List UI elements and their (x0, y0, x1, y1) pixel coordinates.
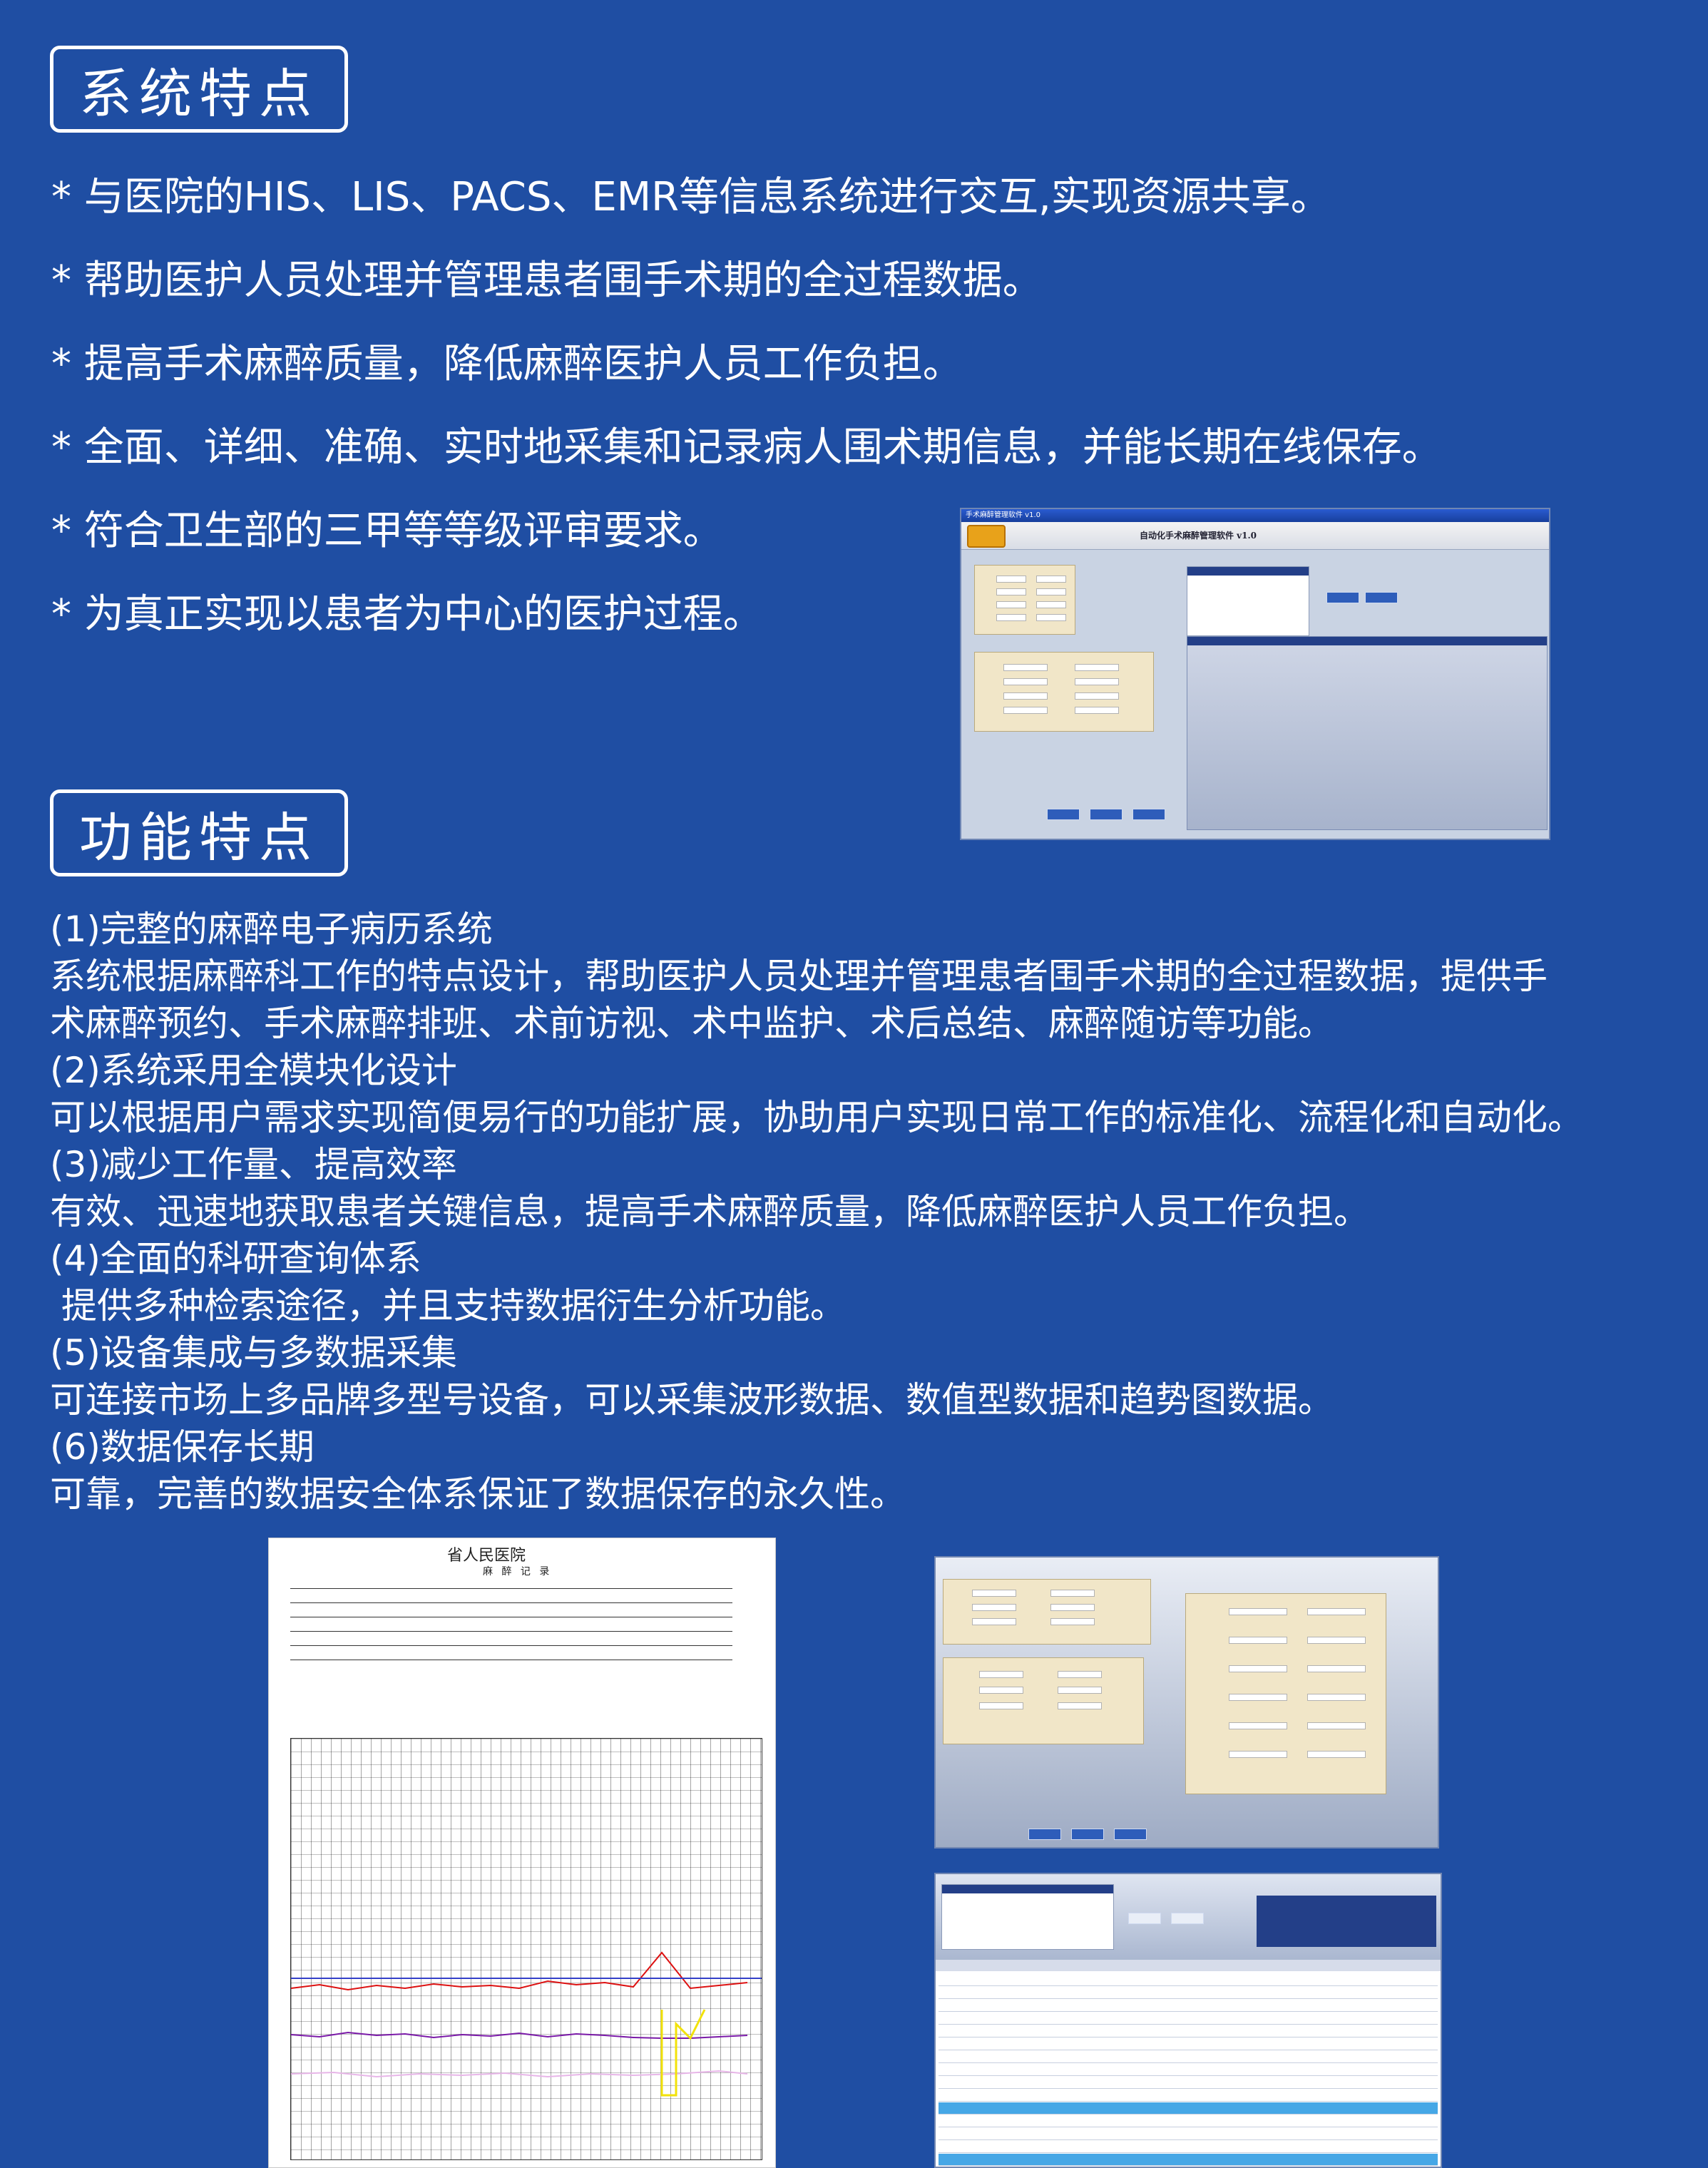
schedule-grid-header (936, 1960, 1441, 1971)
table-row[interactable] (939, 2000, 1438, 2012)
table-row[interactable] (939, 2064, 1438, 2076)
form-panel-ward (943, 1657, 1144, 1744)
function-title: (3)减少工作量、提高效率 (50, 1144, 457, 1185)
surgery-list-grid (1187, 636, 1548, 830)
function-title: (6)数据保存长期 (50, 1426, 315, 1468)
app-title: 自动化手术麻醉管理软件 v1.0 (1140, 531, 1257, 541)
vitals-trend-lines (291, 1951, 762, 2097)
function-title: (5)设备集成与多数据采集 (50, 1332, 457, 1374)
schedule-calendar[interactable] (941, 1884, 1114, 1950)
schedule-header-area (936, 1874, 1441, 1960)
table-row[interactable] (939, 2141, 1438, 2153)
record-form-title: 麻 醉 记 录 (483, 1566, 553, 1578)
action-button[interactable] (1090, 809, 1123, 820)
function-title: (4)全面的科研查询体系 (50, 1238, 421, 1279)
vitals-chart-grid (290, 1738, 762, 2160)
form-panel-surgery (1185, 1593, 1386, 1794)
form-action-button[interactable] (1028, 1829, 1061, 1840)
table-row-selected[interactable] (939, 2154, 1438, 2166)
function-title: (2)系统采用全模块化设计 (50, 1050, 457, 1091)
calendar-widget[interactable] (1187, 566, 1309, 636)
form-action-button[interactable] (1071, 1829, 1104, 1840)
table-row[interactable] (939, 2038, 1438, 2050)
window-titlebar: 手术麻醉管理软件 v1.0 (961, 509, 1549, 522)
prev-day-button[interactable] (1128, 1913, 1161, 1924)
function-desc: 术麻醉预约、手术麻醉排班、术前访视、术中监护、术后总结、麻醉随访等功能。 (50, 1003, 1334, 1044)
form-panel-basic (943, 1579, 1151, 1645)
action-button[interactable] (1047, 809, 1080, 820)
table-row[interactable] (939, 1987, 1438, 1999)
surgery-schedule-screenshot (934, 1873, 1442, 2168)
feature-item: * 与医院的HIS、LIS、PACS、EMR等信息系统进行交互,实现资源共享。 (51, 174, 1331, 220)
table-row[interactable] (939, 2128, 1438, 2140)
function-desc: 有效、迅速地获取患者关键信息，提高手术麻醉质量，降低麻醉医护人员工作负担。 (50, 1191, 1369, 1232)
anesthesia-record-screenshot: 省人民医院 麻 醉 记 录 (268, 1538, 776, 2168)
ward-info-panel (974, 652, 1154, 732)
section-title-functions: 功能特点 (50, 789, 348, 876)
record-hospital-name: 省人民医院 (447, 1547, 526, 1565)
prev-day-button[interactable] (1326, 592, 1359, 603)
feature-item: * 帮助医护人员处理并管理患者围手术期的全过程数据。 (51, 257, 1043, 304)
function-desc: 提供多种检索途径，并且支持数据衍生分析功能。 (50, 1285, 846, 1326)
next-day-button[interactable] (1171, 1913, 1204, 1924)
surgery-form-screenshot (934, 1556, 1439, 1849)
app-logo (967, 525, 1006, 548)
table-row[interactable] (939, 2013, 1438, 2025)
software-main-screenshot: 手术麻醉管理软件 v1.0 自动化手术麻醉管理软件 v1.0 (960, 508, 1550, 840)
table-row[interactable] (939, 2077, 1438, 2089)
function-desc: 可靠，完善的数据安全体系保证了数据保存的永久性。 (50, 1473, 906, 1515)
function-desc: 可以根据用户需求实现简便易行的功能扩展，协助用户实现日常工作的标准化、流程化和自… (50, 1097, 1583, 1138)
function-desc: 系统根据麻醉科工作的特点设计，帮助医护人员处理并管理患者围手术期的全过程数据，提… (50, 956, 1548, 997)
section-title-features: 系统特点 (50, 46, 348, 133)
feature-item: * 全面、详细、准确、实时地采集和记录病人围术期信息，并能长期在线保存。 (51, 424, 1442, 471)
basic-info-panel (974, 565, 1075, 635)
app-toolbar: 自动化手术麻醉管理软件 v1.0 (961, 522, 1549, 550)
table-row[interactable] (939, 2115, 1438, 2127)
table-row[interactable] (939, 2025, 1438, 2037)
functions-list: (1)完整的麻醉电子病历系统 系统根据麻醉科工作的特点设计，帮助医护人员处理并管… (50, 906, 1690, 1518)
section-title-features-text: 系统特点 (79, 63, 319, 125)
search-panel (1257, 1896, 1436, 1947)
table-row[interactable] (939, 2090, 1438, 2102)
table-row-selected[interactable] (939, 2102, 1438, 2115)
next-day-button[interactable] (1365, 592, 1398, 603)
function-desc: 可连接市场上多品牌多型号设备，可以采集波形数据、数值型数据和趋势图数据。 (50, 1379, 1334, 1421)
feature-item: * 提高手术麻醉质量，降低麻醉医护人员工作负担。 (51, 341, 963, 387)
form-action-button[interactable] (1114, 1829, 1147, 1840)
table-row[interactable] (939, 2051, 1438, 2063)
action-button[interactable] (1132, 809, 1165, 820)
table-row[interactable] (939, 1974, 1438, 1986)
function-title: (1)完整的麻醉电子病历系统 (50, 909, 493, 950)
section-title-functions-text: 功能特点 (79, 807, 319, 869)
